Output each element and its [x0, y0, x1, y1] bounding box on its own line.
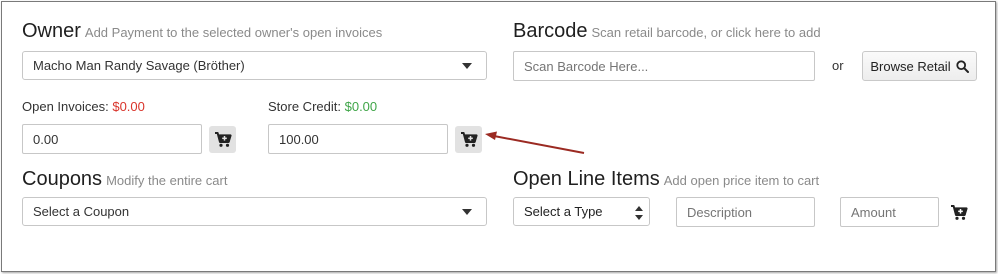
store-credit-amount: $0.00	[344, 99, 378, 114]
cart-plus-icon	[214, 132, 232, 147]
or-text: or	[832, 58, 844, 73]
store-credit-label-row: Store Credit: $0.00	[268, 99, 377, 114]
open-invoices-label: Open Invoices:	[22, 99, 109, 114]
payment-panel: Owner Add Payment to the selected owner's…	[1, 1, 996, 272]
coupons-title: Coupons	[22, 168, 103, 190]
coupons-subtitle: Modify the entire cart	[106, 173, 228, 188]
type-select-value: Select a Type	[524, 204, 603, 219]
store-credit-label: Store Credit:	[268, 99, 341, 114]
add-store-credit-to-cart-button[interactable]	[455, 126, 482, 153]
open-line-items-header: Open Line Items Add open price item to ca…	[513, 168, 819, 191]
caret-down-icon	[462, 62, 472, 69]
open-invoices-label-row: Open Invoices: $0.00	[22, 99, 145, 114]
description-input[interactable]	[676, 197, 815, 227]
barcode-subtitle[interactable]: Scan retail barcode, or click here to ad…	[592, 25, 821, 40]
open-invoices-amount: $0.00	[112, 99, 145, 114]
cart-plus-icon	[950, 205, 968, 220]
type-select[interactable]: Select a Type	[513, 197, 650, 226]
barcode-input[interactable]	[513, 51, 815, 81]
open-line-items-subtitle: Add open price item to cart	[663, 173, 820, 188]
open-invoices-input[interactable]	[22, 124, 202, 154]
red-arrow-annotation	[485, 131, 585, 154]
coupon-select-value: Select a Coupon	[33, 204, 130, 219]
coupons-header: Coupons Modify the entire cart	[22, 168, 227, 191]
open-line-items-title: Open Line Items	[513, 168, 660, 190]
store-credit-input[interactable]	[268, 124, 448, 154]
add-line-item-to-cart-button[interactable]	[945, 199, 972, 226]
browse-retail-label: Browse Retail	[870, 58, 951, 74]
amount-input[interactable]	[840, 197, 939, 227]
add-invoices-to-cart-button[interactable]	[209, 126, 236, 153]
owner-title: Owner	[22, 20, 81, 42]
owner-header: Owner Add Payment to the selected owner's…	[22, 20, 382, 43]
browse-retail-button[interactable]: Browse Retail	[862, 51, 977, 81]
owner-select-value: Macho Man Randy Savage (Bröther)	[33, 58, 245, 73]
owner-subtitle: Add Payment to the selected owner's open…	[84, 25, 383, 40]
cart-plus-icon	[460, 132, 478, 147]
search-icon	[955, 59, 969, 73]
barcode-header: Barcode Scan retail barcode, or click her…	[513, 20, 821, 43]
barcode-title: Barcode	[513, 20, 588, 42]
select-stepper-icon	[635, 206, 643, 220]
owner-select[interactable]: Macho Man Randy Savage (Bröther)	[22, 51, 487, 80]
caret-down-icon	[462, 208, 472, 215]
coupon-select[interactable]: Select a Coupon	[22, 197, 487, 226]
